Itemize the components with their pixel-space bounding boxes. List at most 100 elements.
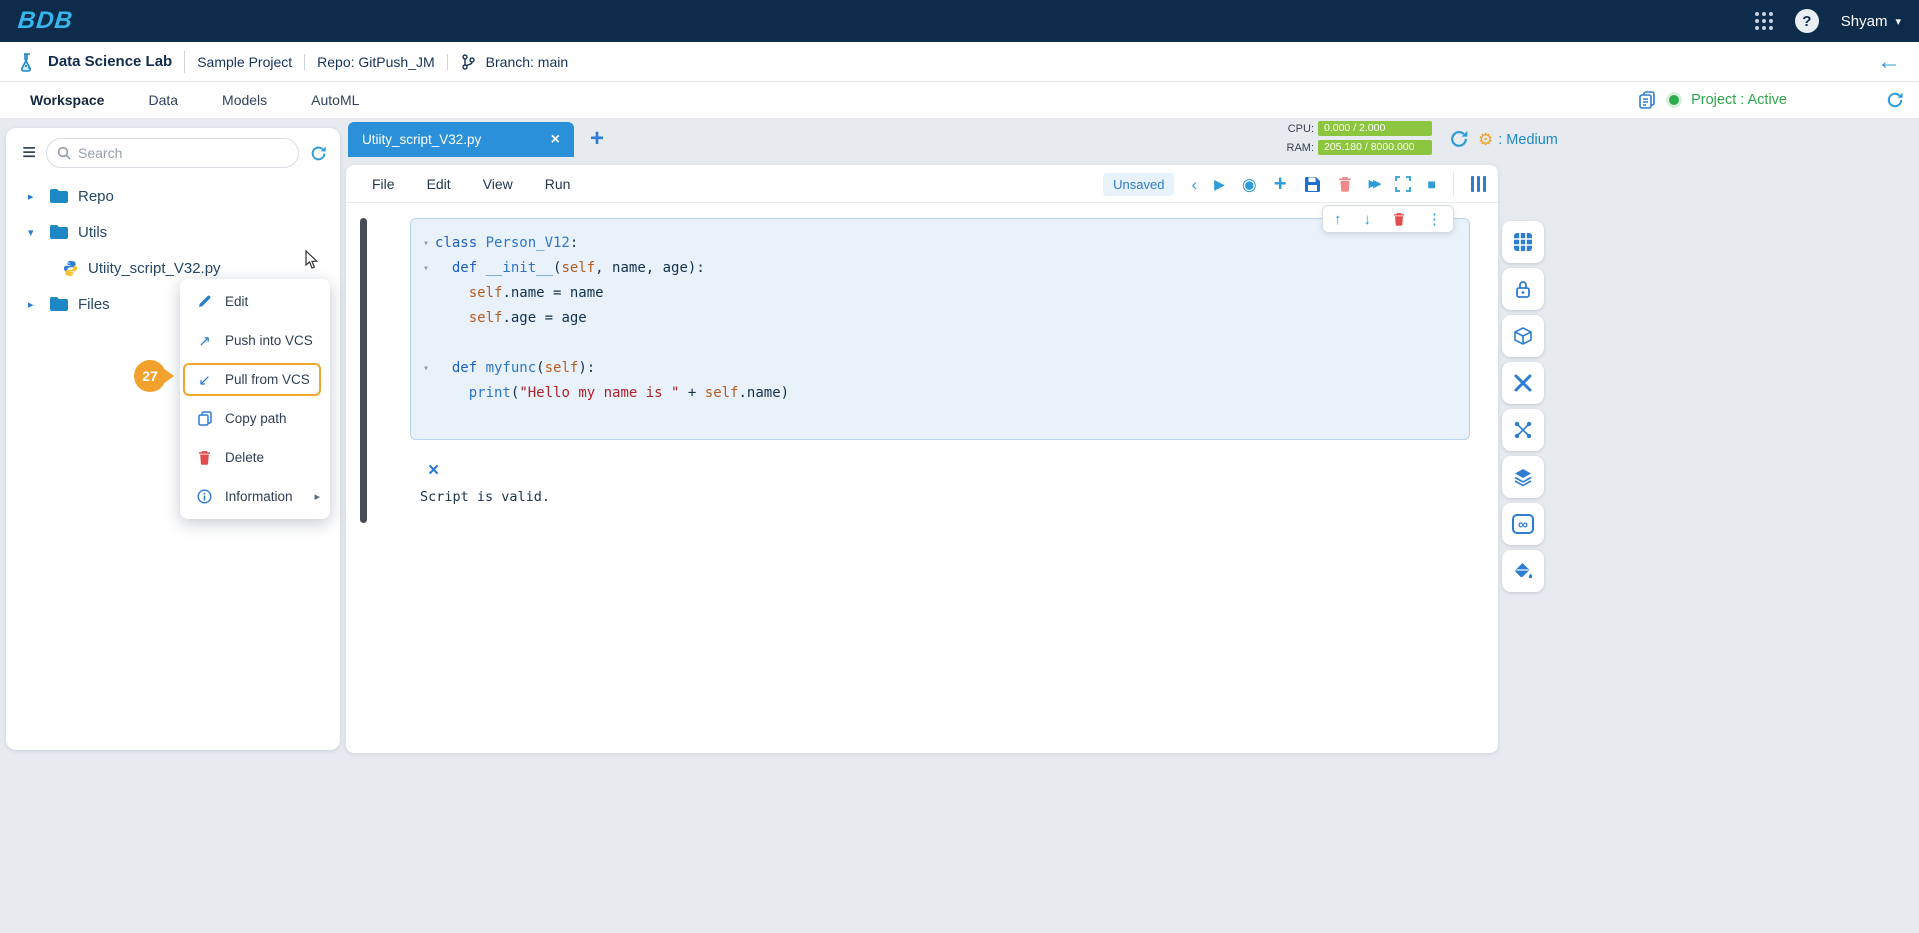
resource-refresh-icon[interactable] <box>1448 128 1470 150</box>
resource-usage-block: CPU: 0.000 / 2.000 RAM: 205.180 / 8000.0… <box>1282 121 1432 159</box>
app-launcher-icon[interactable] <box>1755 12 1773 30</box>
bucket-icon <box>1513 561 1533 581</box>
move-up-icon[interactable]: ↑ <box>1334 212 1342 227</box>
run-script-icon[interactable]: ▶ <box>1214 177 1225 191</box>
editor-scrollbar[interactable] <box>360 218 367 523</box>
move-down-icon[interactable]: ↓ <box>1364 212 1372 227</box>
menu-item-label: Copy path <box>225 411 287 426</box>
sidebar-refresh-icon[interactable] <box>309 144 328 163</box>
app-title-crumb: Data Science Lab <box>16 51 185 73</box>
kebab-menu-icon[interactable]: ⋮ <box>1427 212 1442 227</box>
preview-icon[interactable]: ◉ <box>1242 176 1257 193</box>
menu-item-information[interactable]: Information ▸ <box>180 477 330 516</box>
fullscreen-icon[interactable] <box>1395 176 1411 192</box>
open-file-tab[interactable]: Utiity_script_V32.py × <box>348 122 574 157</box>
back-arrow-icon[interactable]: ← <box>1877 48 1901 76</box>
chevron-right-icon[interactable]: ▸ <box>28 298 40 311</box>
code-area[interactable]: ▾class Person_V12:▾ def __init__(self, n… <box>410 218 1470 440</box>
panel-columns-icon[interactable] <box>1471 176 1486 192</box>
run-all-icon[interactable]: ▶▶ <box>1369 179 1378 190</box>
bdb-logo[interactable]: BDB <box>17 7 75 35</box>
save-icon[interactable] <box>1304 176 1321 193</box>
rail-secrets-button[interactable] <box>1502 268 1544 310</box>
resource-tier-label: : Medium <box>1498 132 1558 148</box>
menu-item-label: Edit <box>225 294 248 309</box>
logs-icon[interactable] <box>1637 90 1657 110</box>
chevron-down-icon: ▾ <box>1895 15 1901 28</box>
user-menu[interactable]: Shyam ▾ <box>1841 13 1901 30</box>
validation-message: Script is valid. <box>420 489 550 505</box>
repo-name-crumb[interactable]: Repo: GitPush_JM <box>317 54 448 70</box>
branch-crumb[interactable]: Branch: main <box>460 53 580 71</box>
menu-item-push-vcs[interactable]: ↗ Push into VCS <box>180 321 330 360</box>
cube-icon <box>1513 326 1533 346</box>
project-name-crumb[interactable]: Sample Project <box>197 54 305 70</box>
unsaved-status-badge: Unsaved <box>1103 173 1174 196</box>
tree-label: Utils <box>78 224 107 241</box>
tree-item-utils[interactable]: ▾ Utils <box>6 214 340 250</box>
trash-icon <box>196 450 213 465</box>
menu-edit[interactable]: Edit <box>427 176 451 192</box>
stop-icon[interactable]: ■ <box>1428 177 1436 191</box>
project-status-label: Project : Active <box>1691 92 1787 108</box>
add-icon[interactable]: + <box>1274 173 1287 195</box>
menu-view[interactable]: View <box>483 176 513 192</box>
menu-item-pull-vcs[interactable]: ↙ Pull from VCS <box>180 360 330 399</box>
gear-icon: ⚙ <box>1478 130 1493 150</box>
menu-item-copy-path[interactable]: Copy path <box>180 399 330 438</box>
tree-item-repo[interactable]: ▸ Repo <box>6 178 340 214</box>
file-context-menu: Edit ↗ Push into VCS ↙ Pull from VCS Cop… <box>180 279 330 519</box>
rail-dataset-button[interactable] <box>1502 221 1544 263</box>
ram-row: RAM: 205.180 / 8000.000 <box>1282 140 1432 155</box>
delete-cell-icon[interactable] <box>1393 212 1405 226</box>
data-grid-icon <box>1513 232 1533 252</box>
hamburger-menu-icon[interactable]: ≡ <box>22 141 36 165</box>
tree-label: Utiity_script_V32.py <box>88 260 221 277</box>
module-tab-bar: Workspace Data Models AutoML Project : A… <box>0 82 1919 118</box>
help-icon[interactable]: ? <box>1795 9 1819 33</box>
project-active-dot <box>1669 95 1679 105</box>
delete-script-icon[interactable] <box>1338 176 1352 192</box>
right-tool-rail: ∞ <box>1502 221 1544 592</box>
arrow-up-right-icon: ↗ <box>196 332 213 350</box>
copy-icon <box>196 411 213 426</box>
menu-item-label: Information <box>225 489 293 504</box>
code-editor-panel: File Edit View Run Unsaved ‹ ▶ ◉ + ▶▶ <box>346 165 1498 753</box>
search-icon <box>57 146 71 160</box>
search-input[interactable] <box>78 145 288 161</box>
tab-data[interactable]: Data <box>148 92 178 108</box>
rail-model-button[interactable] <box>1502 315 1544 357</box>
pencil-icon <box>196 294 213 309</box>
tab-models[interactable]: Models <box>222 92 267 108</box>
rail-bucket-button[interactable] <box>1502 550 1544 592</box>
rail-pipeline-button[interactable]: ∞ <box>1502 503 1544 545</box>
menu-item-edit[interactable]: Edit <box>180 282 330 321</box>
cpu-usage-badge: 0.000 / 2.000 <box>1318 121 1432 136</box>
tab-automl[interactable]: AutoML <box>311 92 359 108</box>
chevron-right-icon[interactable]: ▸ <box>28 190 40 203</box>
new-tab-icon[interactable]: + <box>590 125 604 153</box>
tab-workspace[interactable]: Workspace <box>30 92 104 108</box>
topbar-right: ? Shyam ▾ <box>1755 9 1901 33</box>
shuffle-icon <box>1514 374 1532 392</box>
ram-label: RAM: <box>1282 142 1314 154</box>
rail-split-button[interactable] <box>1502 409 1544 451</box>
info-icon <box>196 489 213 504</box>
menu-run[interactable]: Run <box>545 176 571 192</box>
rail-shuffle-button[interactable] <box>1502 362 1544 404</box>
user-name: Shyam <box>1841 13 1888 30</box>
refresh-icon[interactable] <box>1885 90 1905 110</box>
validation-close-icon[interactable]: × <box>428 460 439 482</box>
resource-tier-selector[interactable]: ⚙ : Medium <box>1478 130 1558 150</box>
menu-item-delete[interactable]: Delete <box>180 438 330 477</box>
rail-layers-button[interactable] <box>1502 456 1544 498</box>
arrow-down-left-icon: ↙ <box>196 371 213 389</box>
tab-close-icon[interactable]: × <box>551 131 560 149</box>
tutorial-step-badge: 27 <box>134 360 166 392</box>
project-header-bar: Data Science Lab Sample Project Repo: Gi… <box>0 42 1919 82</box>
chevron-down-icon[interactable]: ▾ <box>28 226 40 239</box>
menu-file[interactable]: File <box>372 176 395 192</box>
nav-back-icon[interactable]: ‹ <box>1191 176 1197 193</box>
python-file-icon <box>62 260 79 277</box>
module-bar-right: Project : Active <box>1637 82 1905 118</box>
